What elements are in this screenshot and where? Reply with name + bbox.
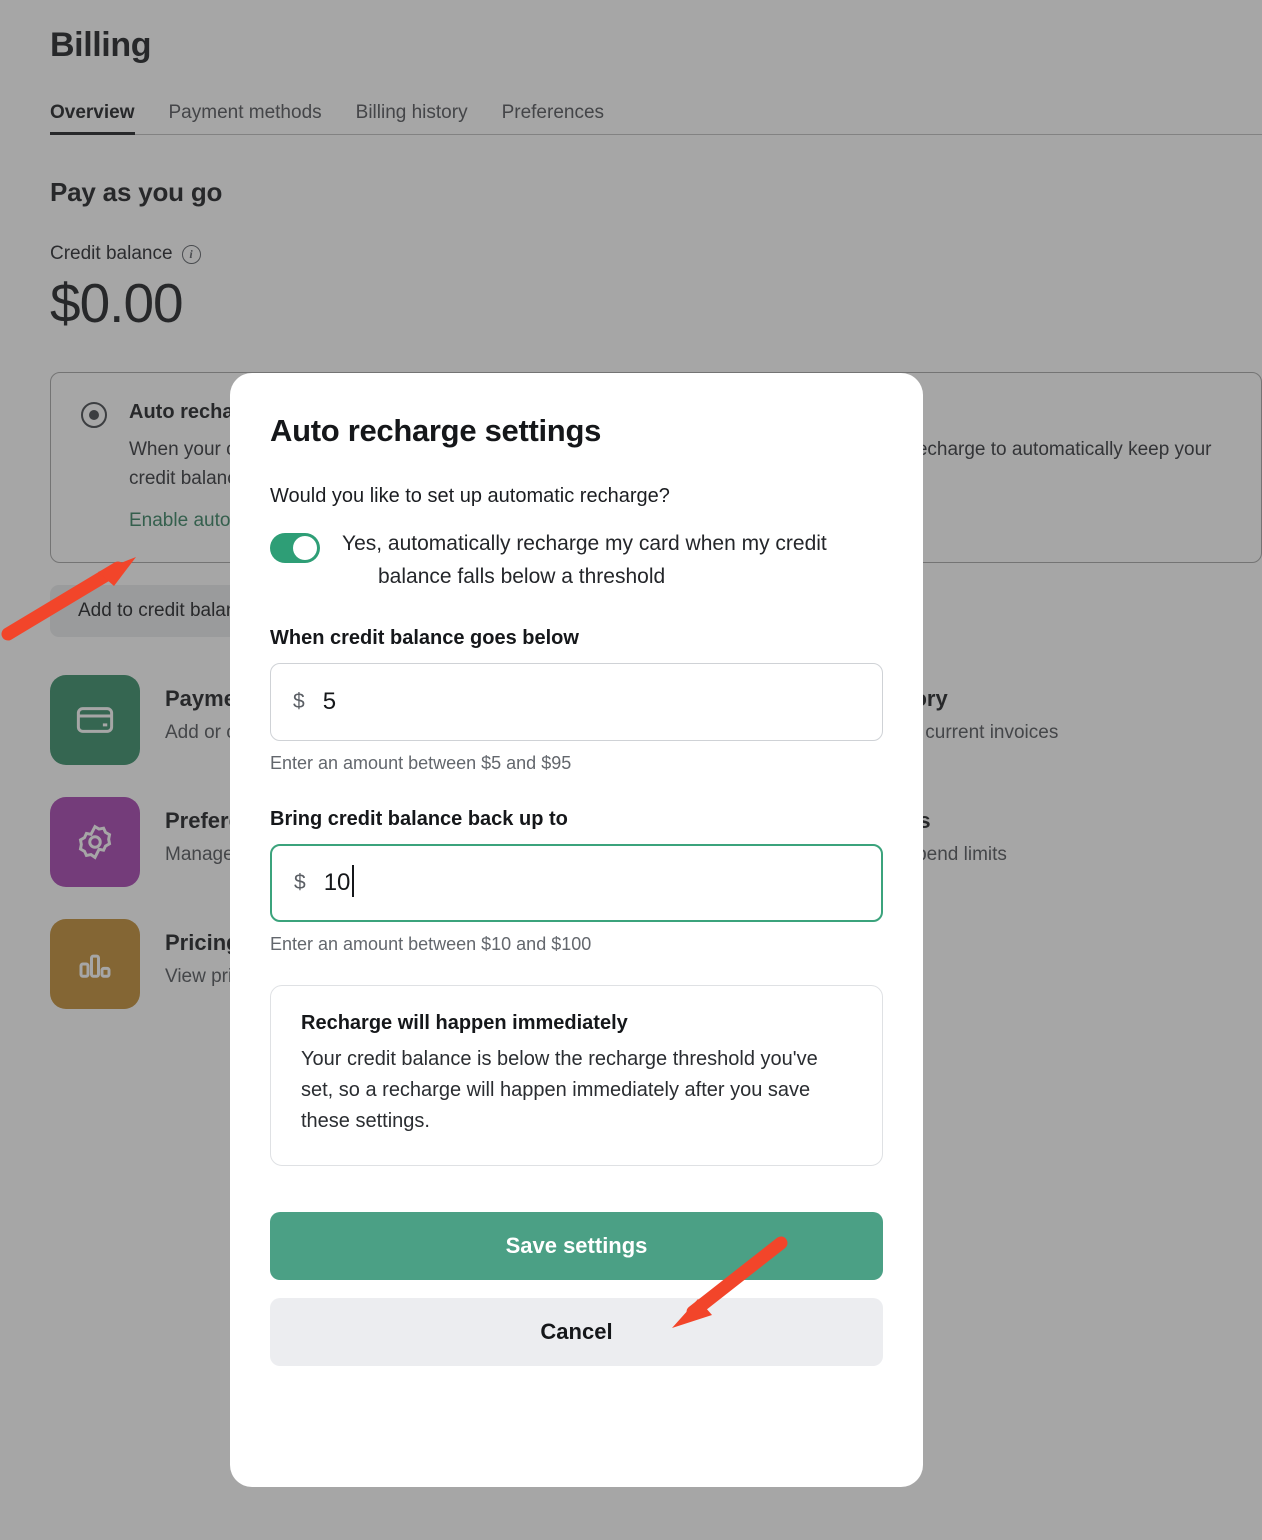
auto-recharge-settings-modal: Auto recharge settings Would you like to… [230, 373, 923, 1487]
immediate-recharge-notice: Recharge will happen immediately Your cr… [270, 985, 883, 1167]
threshold-field-group: When credit balance goes below $ 5 Enter… [270, 627, 883, 774]
threshold-input-value: 5 [322, 688, 337, 716]
topup-input-value: 10 [323, 865, 355, 898]
auto-recharge-toggle-row: Yes, automatically recharge my card when… [270, 528, 883, 593]
topup-label: Bring credit balance back up to [270, 808, 568, 831]
currency-symbol: $ [293, 690, 305, 714]
auto-recharge-toggle-label: Yes, automatically recharge my card when… [342, 532, 827, 588]
topup-input[interactable]: $ 10 [270, 844, 883, 923]
auto-recharge-toggle[interactable] [270, 533, 320, 563]
save-settings-button[interactable]: Save settings [270, 1212, 883, 1281]
currency-symbol: $ [294, 871, 306, 895]
threshold-label: When credit balance goes below [270, 627, 579, 650]
toggle-knob [293, 536, 317, 560]
topup-field-group: Bring credit balance back up to $ 10 Ent… [270, 808, 883, 955]
topup-hint: Enter an amount between $10 and $100 [270, 934, 592, 955]
modal-title: Auto recharge settings [270, 413, 602, 448]
automatic-recharge-question-label: Would you like to set up automatic recha… [270, 485, 670, 507]
threshold-hint: Enter an amount between $5 and $95 [270, 753, 572, 774]
notice-body: Your credit balance is below the recharg… [301, 1048, 818, 1133]
threshold-input[interactable]: $ 5 [270, 663, 883, 742]
cancel-button[interactable]: Cancel [270, 1298, 883, 1367]
app-root: Billing Overview Payment methods Billing… [0, 0, 1262, 1540]
notice-title: Recharge will happen immediately [301, 1012, 628, 1035]
